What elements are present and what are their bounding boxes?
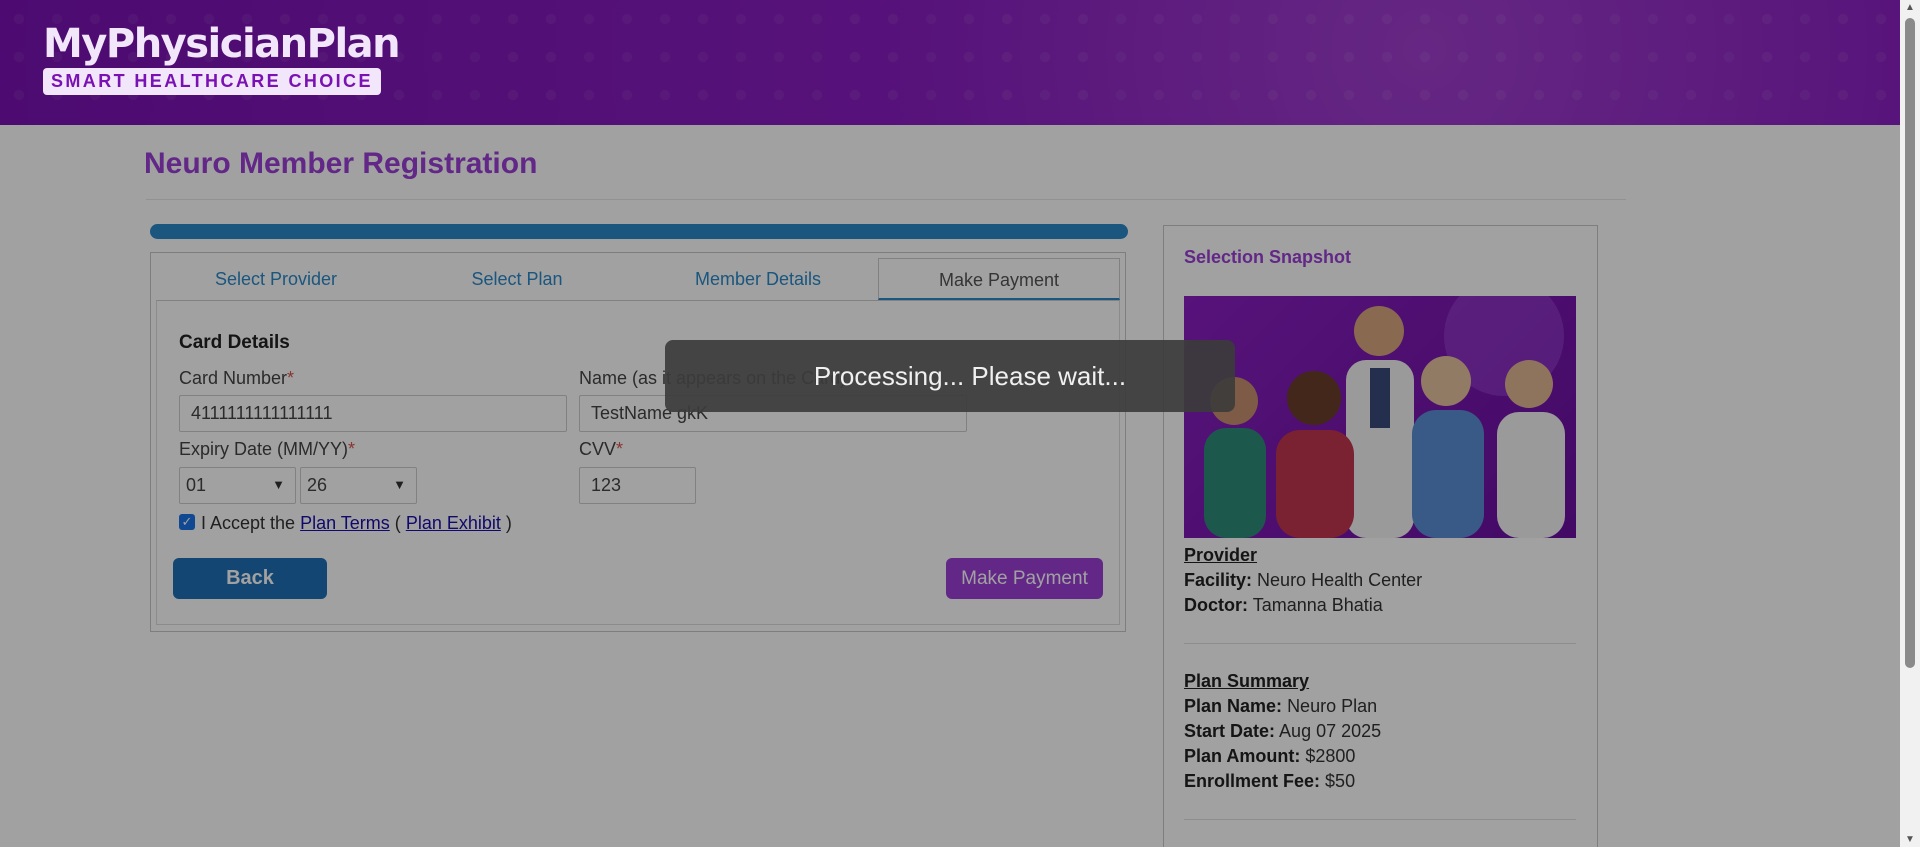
scroll-up-arrow-icon[interactable]: ▲	[1905, 2, 1915, 13]
processing-message: Processing... Please wait...	[665, 340, 1235, 412]
scrollbar-thumb[interactable]	[1905, 18, 1915, 668]
scroll-down-arrow-icon[interactable]: ▼	[1905, 834, 1915, 845]
processing-overlay	[0, 0, 1900, 847]
site-logo[interactable]: MyPhysicianPlan SMART HEALTHCARE CHOICE	[43, 21, 401, 95]
logo-wordmark: MyPhysicianPlan	[43, 21, 401, 67]
page-scrollbar[interactable]: ▲ ▼	[1900, 0, 1920, 847]
logo-tagline: SMART HEALTHCARE CHOICE	[43, 68, 381, 95]
